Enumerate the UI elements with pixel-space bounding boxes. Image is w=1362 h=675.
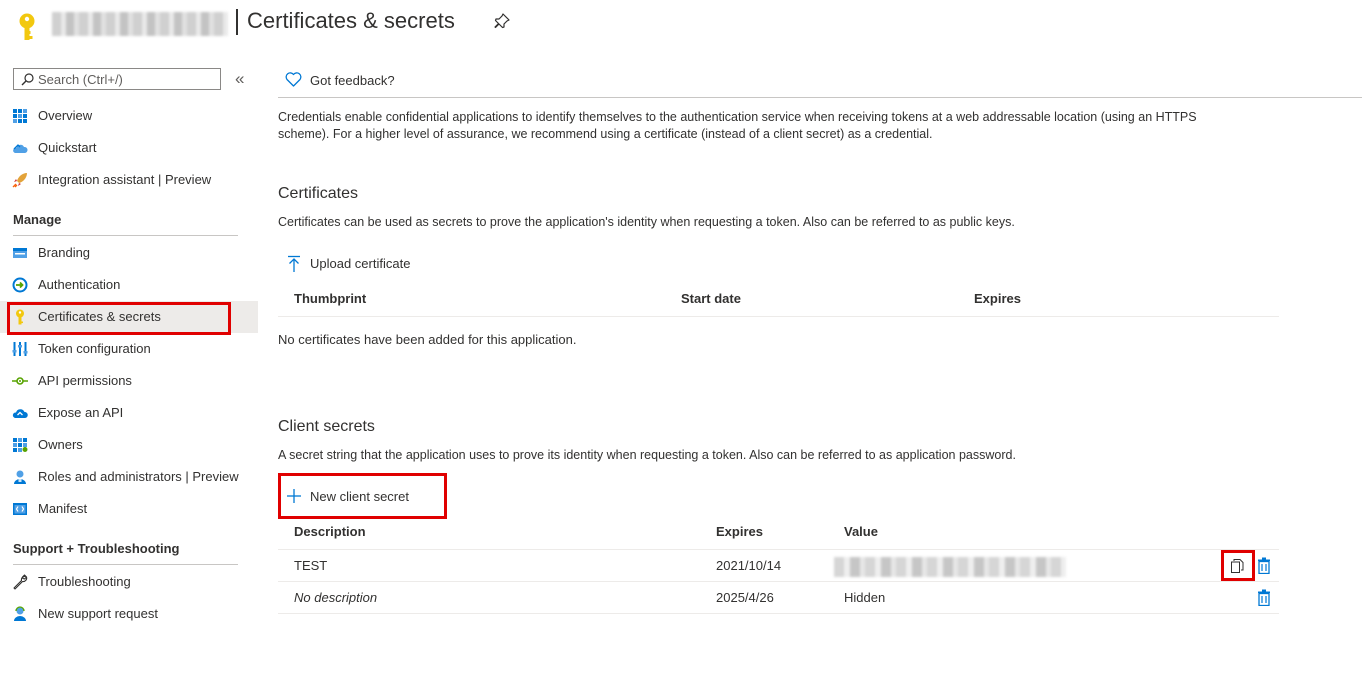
upload-icon [288,255,300,272]
collapse-sidebar-button[interactable]: « [235,70,244,88]
trash-icon[interactable] [1257,557,1271,574]
secret-expires: 2021/10/14 [716,558,782,573]
search-icon [21,73,34,86]
sidebar-item-manifest[interactable]: Manifest [0,493,258,525]
page-title: Certificates & secrets [247,8,455,33]
sidebar-item-quickstart[interactable]: Quickstart [0,132,258,164]
token-config-icon [12,342,28,356]
trash-icon[interactable] [1257,589,1271,606]
certificates-empty-message: No certificates have been added for this… [278,332,577,347]
sidebar-item-integration-assistant[interactable]: Integration assistant | Preview [0,164,258,196]
roles-user-icon [14,470,26,484]
section-divider [13,235,238,236]
manifest-icon [13,503,27,515]
column-header-value[interactable]: Value [844,524,878,539]
secret-description: No description [294,590,378,605]
sidebar-item-label: Troubleshooting [38,574,131,589]
sidebar-item-label: Token configuration [38,341,151,356]
intro-text: Credentials enable confidential applicat… [278,110,1197,141]
sidebar-item-api-permissions[interactable]: API permissions [0,365,258,397]
api-permissions-icon [12,377,28,385]
column-header-start-date[interactable]: Start date [681,291,741,306]
upload-certificate-label: Upload certificate [310,256,411,271]
sidebar-item-new-support-request[interactable]: New support request [0,598,258,630]
section-header-support: Support + Troubleshooting [13,541,180,556]
title-separator [236,9,238,35]
column-header-thumbprint[interactable]: Thumbprint [294,291,366,306]
new-client-secret-label: New client secret [310,489,409,504]
sidebar-item-label: API permissions [38,373,132,388]
owners-grid-icon [13,438,28,452]
sidebar-item-label: Authentication [38,277,121,292]
support-person-icon [14,606,26,621]
sidebar-item-label: Branding [38,245,91,260]
table-header-divider [278,316,1279,317]
secret-value: Hidden [844,590,886,605]
sidebar-item-roles-administrators[interactable]: Roles and administrators | Preview [0,461,258,493]
section-divider [13,564,238,565]
command-bar-divider [278,97,1362,98]
authentication-icon [12,277,28,293]
cloud-icon [13,144,28,153]
overview-grid-icon [13,109,27,123]
secret-expires: 2025/4/26 [716,590,774,605]
column-header-description[interactable]: Description [294,524,366,539]
sidebar-item-label: Certificates & secrets [38,309,161,324]
wrench-icon [13,574,28,590]
pin-icon[interactable] [494,13,510,29]
certificates-heading: Certificates [278,185,359,202]
client-secrets-heading: Client secrets [278,418,375,435]
upload-certificate-button[interactable]: Upload certificate [284,253,424,275]
secret-value-redacted [834,557,1066,577]
sidebar-item-owners[interactable]: Owners [0,429,258,461]
app-key-icon [19,13,35,40]
sidebar-item-certificates-secrets[interactable]: Certificates & secrets [0,301,258,333]
branding-icon [13,248,27,258]
sidebar-item-authentication[interactable]: Authentication [0,269,258,301]
rocket-icon [12,173,27,188]
search-input[interactable] [38,70,218,88]
sidebar-item-branding[interactable]: Branding [0,237,258,269]
copy-icon[interactable] [1230,558,1244,574]
sidebar-item-label: New support request [38,606,158,621]
sidebar-item-overview[interactable]: Overview [0,100,258,132]
key-icon [16,309,24,325]
column-header-expires[interactable]: Expires [974,291,1021,306]
row-divider [278,613,1279,614]
feedback-label: Got feedback? [310,73,395,88]
certificates-description: Certificates can be used as secrets to p… [278,215,1015,229]
table-row[interactable] [278,582,1279,613]
sidebar-item-label: Manifest [38,501,88,516]
sidebar-search[interactable] [13,68,221,90]
heart-icon [285,72,302,87]
sidebar-item-expose-api[interactable]: Expose an API [0,397,258,429]
sidebar-item-label: Overview [38,108,93,123]
secret-description: TEST [294,558,328,573]
sidebar-item-label: Owners [38,437,83,452]
client-secrets-description: A secret string that the application use… [278,448,1016,462]
sidebar-item-label: Expose an API [38,405,124,420]
sidebar-item-token-configuration[interactable]: Token configuration [0,333,258,365]
app-name-redacted [52,12,228,36]
section-header-manage: Manage [13,212,62,227]
sidebar-item-label: Quickstart [38,140,97,155]
sidebar-item-troubleshooting[interactable]: Troubleshooting [0,566,258,598]
new-client-secret-button[interactable]: New client secret [284,486,434,508]
column-header-expires[interactable]: Expires [716,524,763,539]
expose-api-cloud-icon [12,409,28,418]
plus-icon [287,489,301,503]
sidebar-item-label: Integration assistant | Preview [38,172,212,187]
sidebar-item-label: Roles and administrators | Preview [38,469,239,484]
